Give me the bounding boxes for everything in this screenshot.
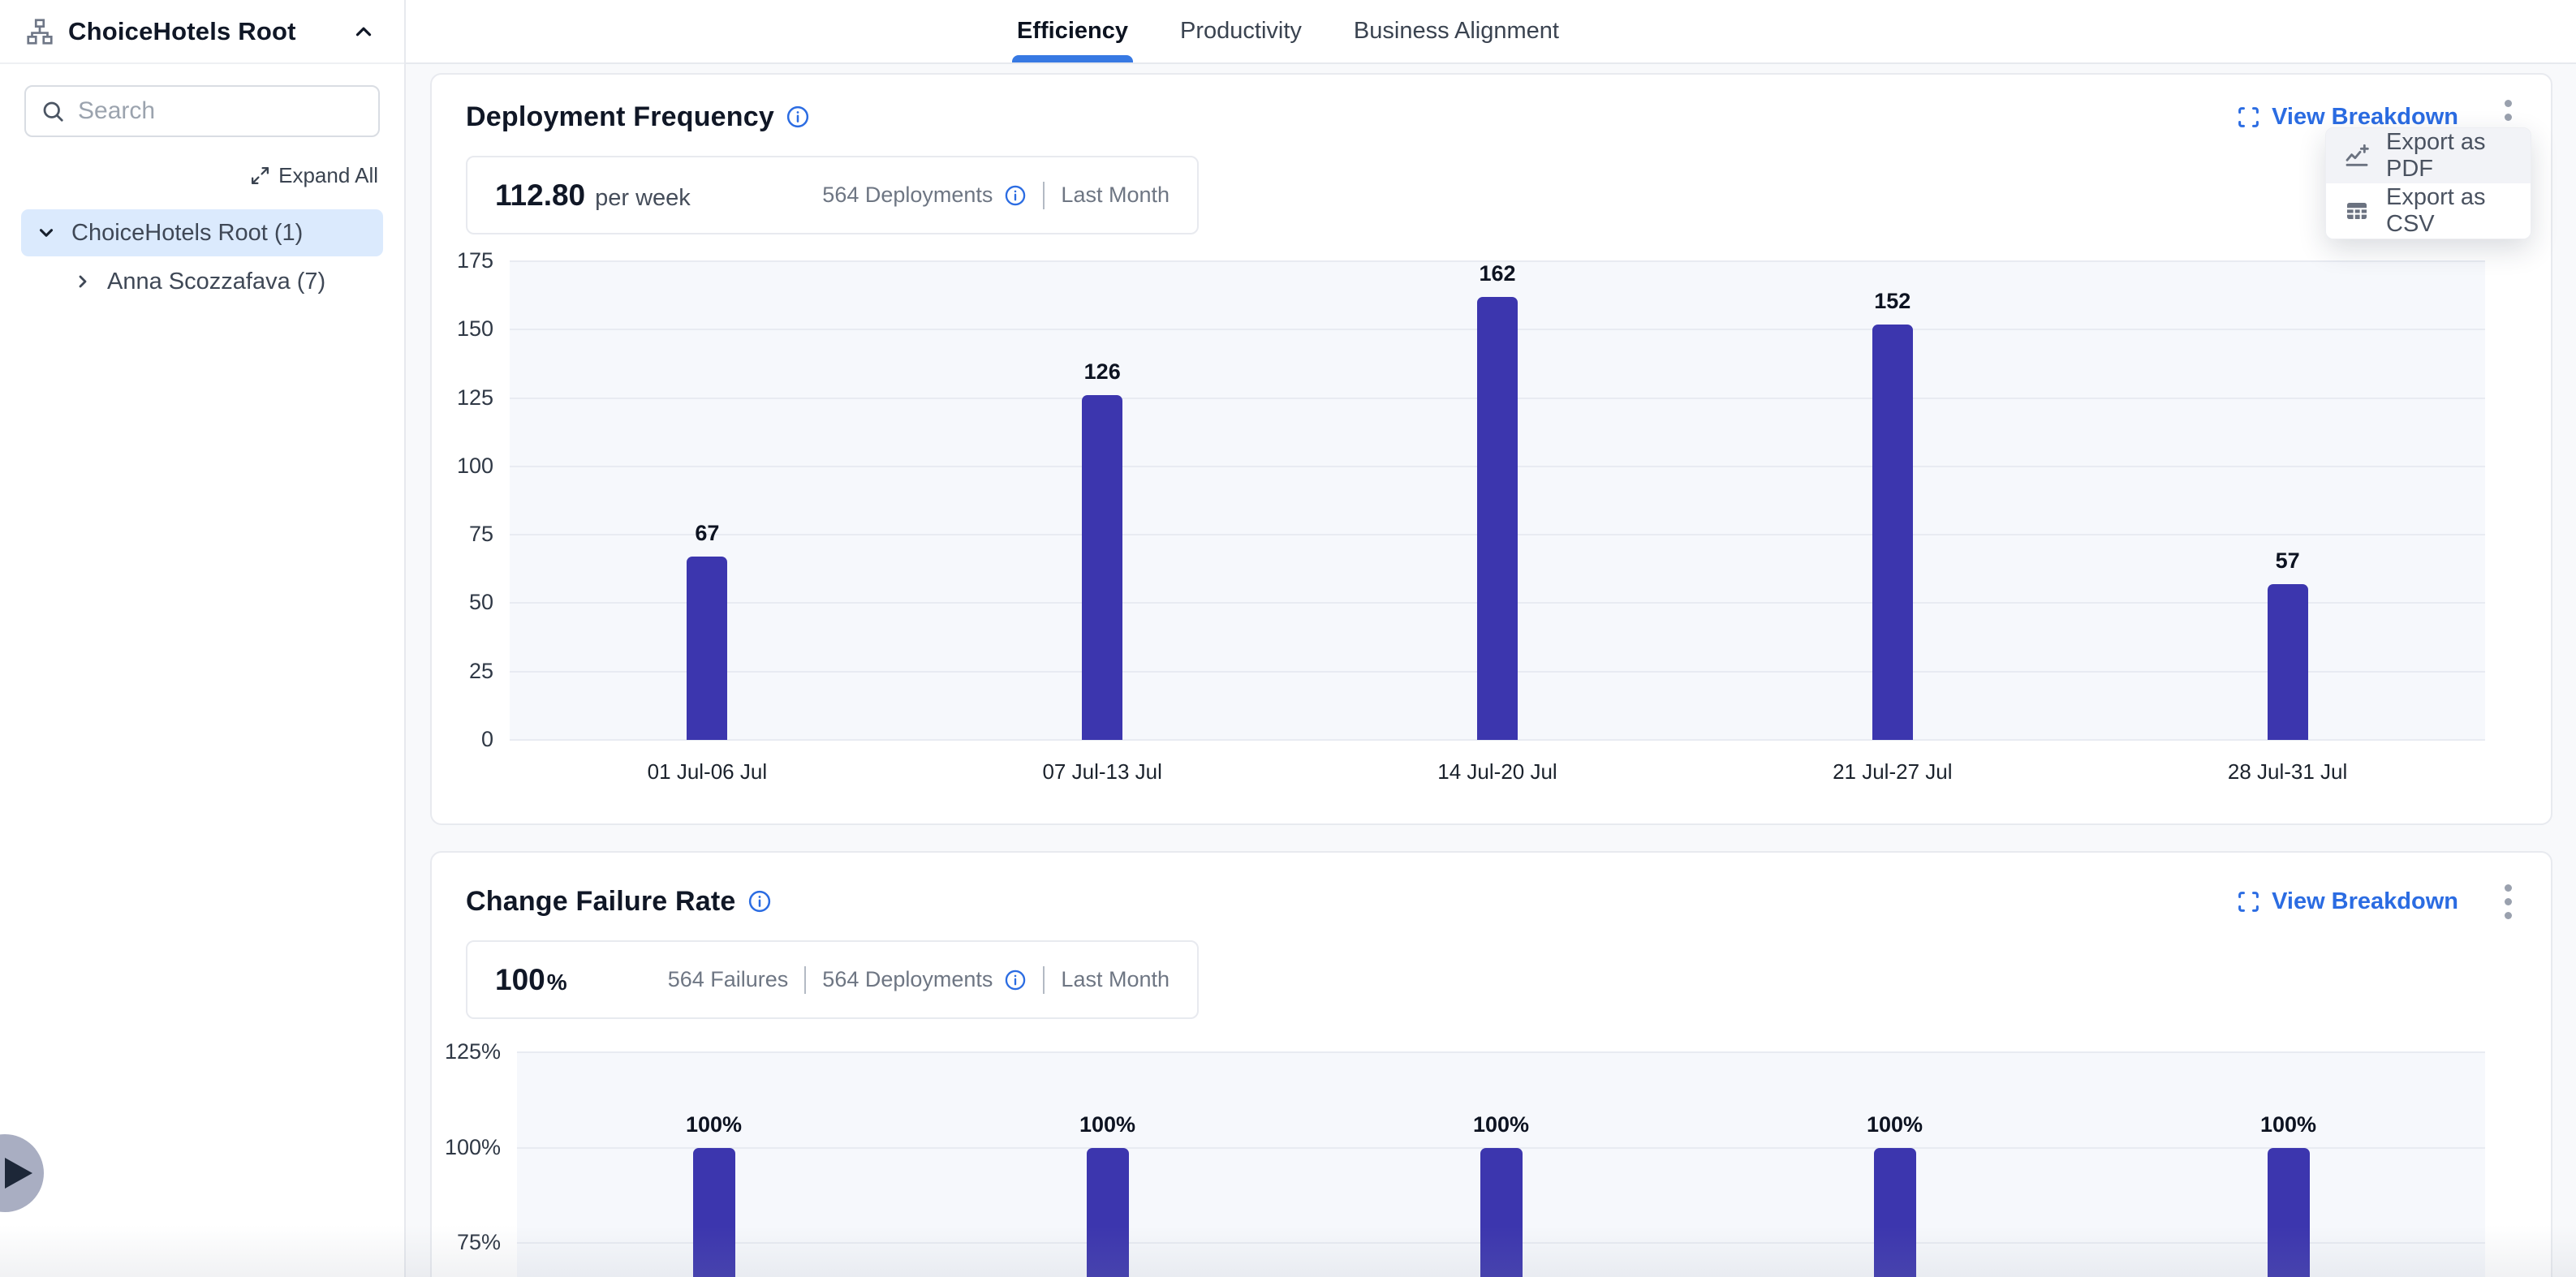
x-axis-label: 21 Jul-27 Jul [1763, 759, 2022, 785]
bar-value-label: 57 [2223, 548, 2353, 574]
card-title: Deployment Frequency [466, 101, 774, 133]
bar-value-label: 100% [1437, 1112, 1566, 1137]
info-icon[interactable] [1004, 184, 1027, 207]
chart-line-plus-icon [2344, 143, 2370, 169]
deployments-count: 564 Deployments [822, 183, 993, 208]
fullscreen-icon [2237, 890, 2260, 914]
deployments-count: 564 Deployments [822, 967, 993, 992]
chart-bar[interactable] [2268, 584, 2308, 740]
chart-bar[interactable] [687, 557, 727, 740]
period-label: Last Month [1061, 183, 1170, 208]
bar-value-label: 67 [642, 521, 772, 546]
chart-bar[interactable] [1874, 1148, 1916, 1277]
export-menu: Export as PDF Export as CSV [2325, 127, 2531, 239]
chart-bar[interactable] [2268, 1148, 2310, 1277]
chart-bar[interactable] [693, 1148, 735, 1277]
tree-item-anna-scozzafava[interactable]: Anna Scozzafava (7) [21, 258, 383, 305]
chart-bar[interactable] [1872, 325, 1913, 740]
tab-bar: Efficiency Productivity Business Alignme… [406, 0, 2576, 64]
sidebar-title: ChoiceHotels Root [68, 17, 296, 46]
plot-area [510, 261, 2485, 740]
search-input[interactable] [78, 97, 364, 125]
plot-area [517, 1052, 2485, 1277]
gridline [510, 260, 2485, 262]
sidebar-header: ChoiceHotels Root [0, 0, 404, 64]
bar-value-label: 162 [1432, 261, 1562, 286]
menu-item-export-pdf[interactable]: Export as PDF [2326, 128, 2531, 183]
active-tab-underline [1012, 55, 1133, 62]
menu-item-export-csv[interactable]: Export as CSV [2326, 183, 2531, 239]
tab-business-alignment[interactable]: Business Alignment [1352, 0, 1561, 62]
stat-value: 112.80 [495, 178, 585, 213]
info-icon[interactable] [1004, 969, 1027, 991]
bar-value-label: 126 [1037, 359, 1167, 385]
stat-summary: 100 % 564 Failures 564 Deployments Last … [466, 940, 1199, 1019]
stat-unit: per week [595, 185, 691, 212]
bar-value-label: 100% [1043, 1112, 1173, 1137]
chevron-right-icon [73, 272, 93, 291]
x-axis-label: 01 Jul-06 Jul [577, 759, 837, 785]
bar-value-label: 100% [2224, 1112, 2354, 1137]
info-icon[interactable] [786, 105, 810, 129]
y-axis-label: 100 [429, 454, 493, 479]
bar-value-label: 100% [649, 1112, 779, 1137]
stat-unit: % [547, 970, 567, 995]
content: Deployment Frequency View Breakdown [406, 64, 2576, 1277]
expand-arrows-icon [250, 166, 270, 186]
chart-bar[interactable] [1480, 1148, 1523, 1277]
separator [1043, 182, 1045, 209]
y-axis-label: 25 [429, 659, 493, 684]
deployment-frequency-card: Deployment Frequency View Breakdown [430, 73, 2552, 825]
search-icon [41, 99, 65, 123]
chevron-down-icon [36, 222, 57, 243]
fullscreen-icon [2237, 105, 2260, 129]
gridline [517, 1051, 2485, 1053]
separator [804, 966, 806, 994]
stat-summary: 112.80 per week 564 Deployments Last Mon… [466, 156, 1199, 234]
kebab-menu-button[interactable] [2497, 880, 2518, 922]
period-label: Last Month [1061, 967, 1170, 992]
y-axis-label: 125% [436, 1039, 501, 1064]
y-axis-label: 175 [429, 248, 493, 273]
y-axis-label: 125 [429, 385, 493, 411]
y-axis-label: 150 [429, 316, 493, 342]
y-axis-label: 75% [436, 1230, 501, 1255]
org-hierarchy-icon [24, 16, 55, 47]
y-axis-label: 75 [429, 522, 493, 547]
bar-value-label: 100% [1830, 1112, 1960, 1137]
chart-bar[interactable] [1087, 1148, 1129, 1277]
separator [1043, 966, 1045, 994]
org-tree: ChoiceHotels Root (1) Anna Scozzafava (7… [0, 209, 404, 305]
failures-count: 564 Failures [668, 967, 789, 992]
x-axis-label: 28 Jul-31 Jul [2158, 759, 2418, 785]
sidebar: ChoiceHotels Root Expand All Ch [0, 0, 406, 1277]
search-box [24, 85, 380, 137]
y-axis-label: 50 [429, 590, 493, 615]
card-title: Change Failure Rate [466, 886, 736, 918]
x-axis-label: 07 Jul-13 Jul [972, 759, 1232, 785]
tab-productivity[interactable]: Productivity [1178, 0, 1303, 62]
tab-efficiency[interactable]: Efficiency [1015, 0, 1130, 62]
tree-item-choicehotels-root[interactable]: ChoiceHotels Root (1) [21, 209, 383, 256]
info-icon[interactable] [747, 889, 772, 914]
view-breakdown-button[interactable]: View Breakdown [2237, 104, 2458, 131]
play-triangle-icon [5, 1158, 32, 1189]
stat-value: 100 [495, 963, 545, 997]
x-axis-label: 14 Jul-20 Jul [1368, 759, 1627, 785]
y-axis-label: 100% [436, 1135, 501, 1160]
chevron-up-icon [351, 19, 376, 44]
y-axis-label: 0 [429, 727, 493, 752]
sidebar-collapse-button[interactable] [347, 15, 380, 48]
tree-item-label: ChoiceHotels Root (1) [71, 220, 303, 247]
tree-item-label: Anna Scozzafava (7) [107, 269, 325, 295]
chart-bar[interactable] [1477, 297, 1518, 740]
table-icon [2344, 198, 2370, 224]
chart-bar[interactable] [1082, 395, 1122, 740]
expand-all-label: Expand All [278, 163, 378, 188]
bar-value-label: 152 [1828, 289, 1958, 314]
main-area: Efficiency Productivity Business Alignme… [406, 0, 2576, 1277]
expand-all-button[interactable]: Expand All [250, 163, 378, 188]
view-breakdown-button[interactable]: View Breakdown [2237, 888, 2458, 915]
change-failure-rate-card: Change Failure Rate View Breakdown [430, 851, 2552, 1277]
